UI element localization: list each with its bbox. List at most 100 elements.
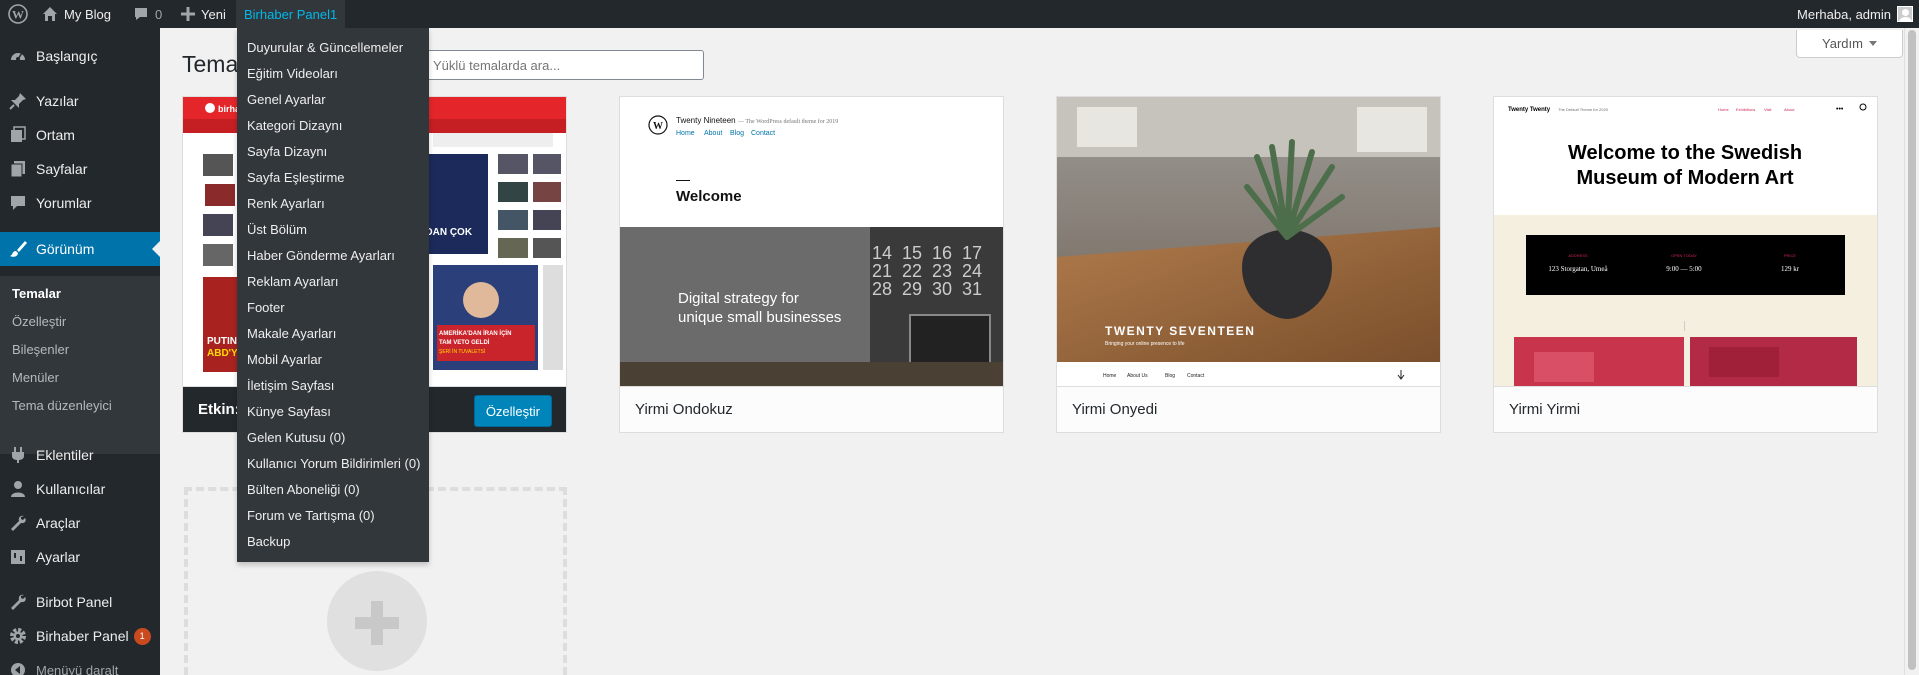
nineteen-nav-contact: Contact	[751, 130, 775, 137]
dropdown-item-comment-notifications[interactable]: Kullanıcı Yorum Bildirimleri (0)	[247, 456, 420, 471]
nineteen-hero-2: unique small businesses	[678, 309, 841, 326]
dropdown-item-category-design[interactable]: Kategori Dizaynı	[247, 118, 342, 133]
dropdown-item-contact-page[interactable]: İletişim Sayfası	[247, 378, 334, 393]
plugin-icon	[12, 447, 24, 463]
nineteen-nav-about: About	[704, 130, 722, 137]
dropdown-item-page-design[interactable]: Sayfa Dizaynı	[247, 144, 327, 159]
nineteen-nav-blog: Blog	[730, 130, 744, 137]
help-button[interactable]: Yardım	[1796, 30, 1903, 58]
sidebar-item-settings[interactable]: Ayarlar	[0, 540, 160, 574]
sidebar-item-label: Ayarlar	[36, 549, 81, 565]
dropdown-item-newsletter[interactable]: Bülten Aboneliği (0)	[247, 482, 360, 497]
sidebar-item-tools[interactable]: Araçlar	[0, 506, 160, 540]
theme-name: Yirmi Onyedi	[1057, 386, 1440, 432]
account-menu[interactable]: Merhaba, admin	[1797, 0, 1913, 28]
nineteen-cal-7: 23	[932, 261, 952, 281]
page-scrollbar[interactable]	[1904, 28, 1919, 675]
sidebar-item-label: Sayfalar	[36, 161, 88, 177]
twenty-site-title: Twenty Twenty	[1508, 107, 1551, 113]
sidebar-item-dashboard[interactable]: Başlangıç	[0, 39, 160, 73]
submenu-widgets[interactable]: Bileşenler	[12, 342, 69, 357]
scrollbar-thumb[interactable]	[1908, 30, 1916, 670]
dropdown-item-color-settings[interactable]: Renk Ayarları	[247, 196, 325, 211]
wrench-icon	[11, 515, 26, 531]
site-name: My Blog	[64, 6, 111, 22]
submenu-theme-editor[interactable]: Tema düzenleyici	[12, 398, 112, 413]
theme-search-input[interactable]	[424, 50, 704, 80]
dropdown-item-footer[interactable]: Footer	[247, 300, 285, 315]
twenty-tagline: The Default Theme for 2020	[1558, 107, 1609, 112]
plus-icon	[181, 7, 195, 21]
comments-count: 0	[155, 6, 163, 22]
appearance-submenu: Temalar Özelleştir Bileşenler Menüler Te…	[0, 276, 160, 454]
comments-link[interactable]: 0	[133, 0, 162, 28]
sidebar-item-plugins[interactable]: Eklentiler	[0, 438, 160, 472]
dropdown-item-training-videos[interactable]: Eğitim Videoları	[247, 66, 338, 81]
theme-card-twenty-twenty[interactable]: Twenty Twenty The Default Theme for 2020…	[1493, 96, 1878, 433]
users-icon	[11, 481, 25, 497]
nineteen-cal-9: 28	[872, 279, 892, 299]
dropdown-item-page-mapping[interactable]: Sayfa Eşleştirme	[247, 170, 345, 185]
admin-sidebar: Başlangıç Yazılar Ortam Sayfalar Yorumla…	[0, 28, 160, 675]
sidebar-item-birhaber-panel[interactable]: Birhaber Panel 1	[0, 619, 160, 653]
sidebar-item-label: Birbot Panel	[36, 594, 113, 610]
sidebar-item-label: Birhaber Panel	[36, 628, 129, 644]
collapse-menu-button[interactable]: Menüyü daralt	[0, 653, 160, 675]
greeting: Merhaba, admin	[1797, 6, 1891, 22]
nineteen-site-title: Twenty Nineteen	[676, 116, 736, 125]
sidebar-item-appearance[interactable]: Görünüm	[0, 232, 160, 266]
dropdown-item-mobile-settings[interactable]: Mobil Ayarlar	[247, 352, 322, 367]
dropdown-item-forum[interactable]: Forum ve Tartışma (0)	[247, 508, 375, 523]
seventeen-nav-blog: Blog	[1165, 373, 1175, 379]
dropdown-item-backup[interactable]: Backup	[247, 534, 290, 549]
twenty-info-label-3: PRICE	[1784, 253, 1797, 258]
dropdown-item-imprint-page[interactable]: Künye Sayfası	[247, 404, 331, 419]
dropdown-item-header[interactable]: Üst Bölüm	[247, 222, 307, 237]
wordpress-logo-icon[interactable]: W	[8, 0, 28, 28]
dropdown-item-announcements[interactable]: Duyurular & Güncellemeler	[247, 40, 403, 55]
theme-card-twenty-seventeen[interactable]: TWENTY SEVENTEEN Bringing your online pr…	[1056, 96, 1441, 433]
submenu-customize[interactable]: Özelleştir	[12, 314, 66, 329]
caret-down-icon	[1868, 41, 1877, 46]
dropdown-item-article-settings[interactable]: Makale Ayarları	[247, 326, 336, 341]
nineteen-cal-10: 29	[902, 279, 922, 299]
birhaber-news-1: AMERİKA'DAN İRAN İÇİN	[439, 330, 511, 337]
sidebar-item-posts[interactable]: Yazılar	[0, 84, 160, 118]
new-content-link[interactable]: Yeni	[181, 0, 226, 28]
twenty-nav-about: About	[1784, 107, 1795, 112]
birhaber-panel-menu[interactable]: Birhaber Panel1	[236, 0, 346, 28]
theme-card-twenty-nineteen[interactable]: W Twenty Nineteen — The WordPress defaul…	[619, 96, 1004, 433]
theme-screenshot: TWENTY SEVENTEEN Bringing your online pr…	[1057, 97, 1440, 386]
plus-icon	[327, 571, 427, 671]
dropdown-item-general-settings[interactable]: Genel Ayarlar	[247, 92, 326, 107]
sidebar-item-users[interactable]: Kullanıcılar	[0, 472, 160, 506]
sidebar-item-birbot-panel[interactable]: Birbot Panel	[0, 585, 160, 619]
sidebar-item-comments[interactable]: Yorumlar	[0, 186, 160, 220]
submenu-themes[interactable]: Temalar	[12, 286, 61, 301]
admin-bar: W My Blog 0 Yeni Birhaber Panel1 Merhaba…	[0, 0, 1919, 28]
sidebar-item-media[interactable]: Ortam	[0, 118, 160, 152]
page-icon	[10, 161, 25, 178]
collapse-icon	[11, 663, 25, 675]
twenty-heading-2: Museum of Modern Art	[1576, 167, 1793, 189]
nineteen-hero-1: Digital strategy for	[678, 290, 799, 307]
svg-text:W: W	[12, 8, 24, 22]
submenu-menus[interactable]: Menüler	[12, 370, 59, 385]
twenty-nav-visit: Visit	[1764, 107, 1772, 112]
birhaber-panel-label: Birhaber Panel1	[244, 6, 338, 22]
dropdown-item-ad-settings[interactable]: Reklam Ayarları	[247, 274, 339, 289]
nineteen-heading: Welcome	[676, 188, 742, 205]
sidebar-item-pages[interactable]: Sayfalar	[0, 152, 160, 186]
svg-text:•••: •••	[1836, 106, 1844, 113]
dropdown-item-inbox[interactable]: Gelen Kutusu (0)	[247, 430, 345, 445]
customize-button[interactable]: Özelleştir	[473, 395, 552, 427]
nineteen-cal-6: 22	[902, 261, 922, 281]
twenty-info-label-2: OPEN TODAY	[1671, 253, 1697, 258]
sidebar-item-label: Eklentiler	[36, 447, 94, 463]
settings-icon	[11, 550, 25, 564]
seventeen-tagline: Bringing your online presence to life	[1105, 341, 1185, 347]
nineteen-tagline: — The WordPress default theme for 2019	[737, 118, 838, 125]
sidebar-item-label: Yazılar	[36, 93, 79, 109]
dropdown-item-news-submission[interactable]: Haber Gönderme Ayarları	[247, 248, 395, 263]
site-name-link[interactable]: My Blog	[42, 0, 111, 28]
